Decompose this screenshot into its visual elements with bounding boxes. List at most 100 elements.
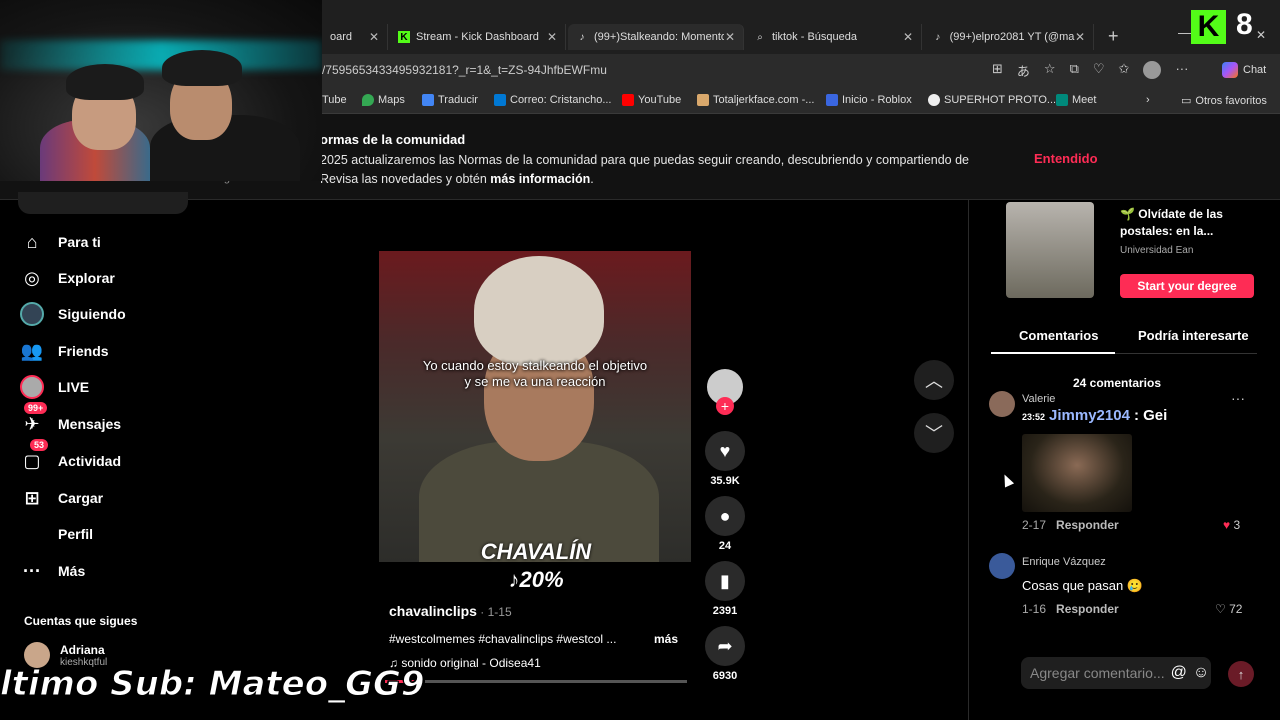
more-info-link[interactable]: más información bbox=[490, 172, 590, 186]
comment-image-caption: 23:52 Jimmy2104 : Gei bbox=[1022, 407, 1167, 424]
avatar[interactable] bbox=[989, 391, 1015, 417]
bookmark-roblox[interactable]: Inicio - Roblox bbox=[826, 94, 912, 106]
activity-icon: ▢ 53 bbox=[20, 439, 49, 473]
bookmark-youtube-1[interactable]: Tube bbox=[322, 94, 347, 106]
comments-panel: 🌱 Olvídate de las postales: en la... Uni… bbox=[968, 200, 1280, 720]
creator-avatar[interactable]: + bbox=[705, 367, 745, 415]
mention-icon[interactable]: @ bbox=[1171, 664, 1187, 682]
next-video-button[interactable]: ﹀ bbox=[914, 413, 954, 453]
bookmark-traducir[interactable]: Traducir bbox=[422, 94, 478, 106]
sidebar-item-actividad[interactable]: ▢ 53 Actividad bbox=[20, 439, 121, 473]
bookmark-totaljerkface[interactable]: Totaljerkface.com -... bbox=[697, 94, 814, 106]
favorites-icon[interactable]: ✩ bbox=[1119, 61, 1130, 80]
more-icon: ··· bbox=[23, 560, 41, 581]
new-tab-icon[interactable]: + bbox=[1108, 26, 1119, 47]
sidebar-item-mas[interactable]: ··· Más bbox=[20, 559, 85, 583]
start-degree-button[interactable]: Start your degree bbox=[1120, 274, 1254, 298]
more-options-icon[interactable]: ··· bbox=[1231, 390, 1245, 406]
sidebar-item-live[interactable]: LIVE bbox=[20, 375, 89, 399]
tab-tiktok-search[interactable]: ⌕ tiktok - Búsqueda ✕ bbox=[746, 24, 922, 50]
video-progress-bar[interactable] bbox=[385, 680, 687, 683]
minimize-icon[interactable]: — bbox=[1178, 24, 1192, 40]
close-icon[interactable]: ✕ bbox=[369, 30, 379, 44]
tab-tiktok-profile[interactable]: ♪ (99+)elpro2081 YT (@manuro ✕ bbox=[924, 24, 1094, 50]
more-button[interactable]: más bbox=[654, 632, 678, 646]
sidebar-item-cargar[interactable]: ⊞ Cargar bbox=[20, 486, 103, 510]
bookmark-label: Totaljerkface.com -... bbox=[713, 94, 815, 106]
sidebar-item-friends[interactable]: 👥 Friends bbox=[20, 339, 109, 363]
avatar[interactable] bbox=[989, 553, 1015, 579]
extensions-icon[interactable]: ⧉ bbox=[1070, 61, 1079, 80]
comment-like-button[interactable]: ♥ 3 bbox=[1223, 518, 1240, 532]
chevron-down-icon: ﹀ bbox=[925, 424, 943, 444]
ad-title[interactable]: 🌱 Olvídate de las postales: en la... bbox=[1120, 206, 1250, 240]
sidebar-item-para-ti[interactable]: ⌂ Para ti bbox=[20, 230, 101, 254]
ad-image[interactable] bbox=[1006, 202, 1094, 298]
tab-comments[interactable]: Comentarios bbox=[1019, 328, 1098, 343]
sidebar-item-label: Perfil bbox=[58, 526, 94, 542]
tab-title: oard bbox=[330, 31, 353, 43]
video-author[interactable]: chavalinclips · 1-15 bbox=[389, 603, 512, 619]
bookmark-maps[interactable]: Maps bbox=[362, 94, 405, 106]
apps-icon[interactable]: ⊞ bbox=[992, 61, 1003, 80]
like-button[interactable]: ♥ 35.9K bbox=[705, 431, 745, 487]
watermark-line: ♪20% bbox=[461, 566, 611, 594]
close-icon[interactable]: ✕ bbox=[1075, 30, 1085, 44]
bookmark-superhot[interactable]: SUPERHOT PROTO... bbox=[928, 94, 1056, 106]
save-count: 2391 bbox=[712, 605, 738, 617]
tab-dashboard[interactable]: oard ✕ bbox=[322, 24, 388, 50]
profile-avatar[interactable] bbox=[1143, 61, 1162, 79]
search-input[interactable] bbox=[18, 192, 188, 214]
sidebar-item-mensajes[interactable]: ✈ 99+ Mensajes bbox=[20, 402, 121, 436]
maps-icon bbox=[362, 94, 374, 106]
tab-suggested[interactable]: Podría interesarte bbox=[1138, 328, 1249, 343]
follow-plus-icon[interactable]: + bbox=[716, 397, 734, 415]
close-icon[interactable]: ✕ bbox=[903, 30, 913, 44]
video-player[interactable]: Yo cuando estoy stalkeando el objetivo y… bbox=[379, 251, 691, 562]
comment-author[interactable]: Enrique Vázquez bbox=[1022, 556, 1106, 568]
close-icon[interactable]: ✕ bbox=[547, 30, 557, 44]
bookmark-correo[interactable]: Correo: Cristancho... bbox=[494, 94, 611, 106]
bookmark-label: Inicio - Roblox bbox=[842, 94, 912, 106]
url-field[interactable]: /7595653433495932181?_r=1&_t=ZS-94JhfbEW… bbox=[322, 63, 607, 77]
bookmark-meet[interactable]: Meet bbox=[1056, 94, 1096, 106]
performance-icon[interactable]: ♡ bbox=[1093, 61, 1105, 80]
bookmark-label: Tube bbox=[322, 94, 347, 106]
share-button[interactable]: ➦ 6930 bbox=[705, 626, 745, 682]
comment-like-button[interactable]: ♡ 72 bbox=[1215, 602, 1242, 616]
previous-video-button[interactable]: ︿ bbox=[914, 360, 954, 400]
close-window-icon[interactable]: ✕ bbox=[1256, 28, 1266, 42]
author-name[interactable]: chavalinclips bbox=[389, 603, 477, 619]
comment-button[interactable]: ● 24 bbox=[705, 496, 745, 552]
video-watermark: CHAVALÍN ♪20% bbox=[461, 538, 611, 594]
emoji-icon[interactable]: ☺ bbox=[1193, 664, 1209, 682]
tiktok-icon: ♪ bbox=[935, 31, 941, 43]
tab-kick-dashboard[interactable]: K Stream - Kick Dashboard ✕ bbox=[390, 24, 566, 50]
translate-icon[interactable]: あ bbox=[1017, 61, 1030, 80]
sidebar-item-siguiendo[interactable]: Siguiendo bbox=[20, 302, 126, 326]
favorite-star-icon[interactable]: ☆ bbox=[1044, 61, 1056, 80]
save-button[interactable]: ▮ 2391 bbox=[705, 561, 745, 617]
comment-author[interactable]: Valerie bbox=[1022, 393, 1055, 405]
more-options-icon[interactable]: ··· bbox=[1175, 61, 1188, 80]
copilot-chat-button[interactable]: Chat bbox=[1222, 62, 1266, 78]
close-icon[interactable]: ✕ bbox=[725, 30, 735, 44]
sidebar-item-explorar[interactable]: ◎ Explorar bbox=[20, 266, 115, 290]
comment-image[interactable] bbox=[1022, 434, 1132, 512]
following-icon bbox=[20, 302, 44, 326]
other-favorites[interactable]: ▭ Otros favoritos bbox=[1181, 94, 1267, 108]
reply-button[interactable]: Responder bbox=[1056, 602, 1119, 616]
comment-input[interactable]: Agregar comentario... @ ☺ bbox=[1021, 657, 1211, 689]
chevron-right-icon[interactable]: › bbox=[1146, 94, 1150, 106]
notice-text: Revisa las novedades y obtén bbox=[320, 172, 491, 186]
reply-button[interactable]: Responder bbox=[1056, 518, 1119, 532]
understood-button[interactable]: Entendido bbox=[1034, 151, 1098, 166]
overlay-text: : Gei bbox=[1133, 407, 1168, 424]
comment-like-count: 72 bbox=[1229, 602, 1243, 616]
heart-outline-icon: ♡ bbox=[1215, 602, 1226, 616]
sidebar-item-perfil[interactable]: Perfil bbox=[20, 522, 93, 546]
send-button[interactable]: ↑ bbox=[1228, 661, 1254, 687]
bookmark-youtube[interactable]: YouTube bbox=[622, 94, 681, 106]
bookmark-label: Meet bbox=[1072, 94, 1097, 106]
tab-tiktok-active[interactable]: ♪ (99+)Stalkeando: Momentos ✕ bbox=[568, 24, 744, 50]
